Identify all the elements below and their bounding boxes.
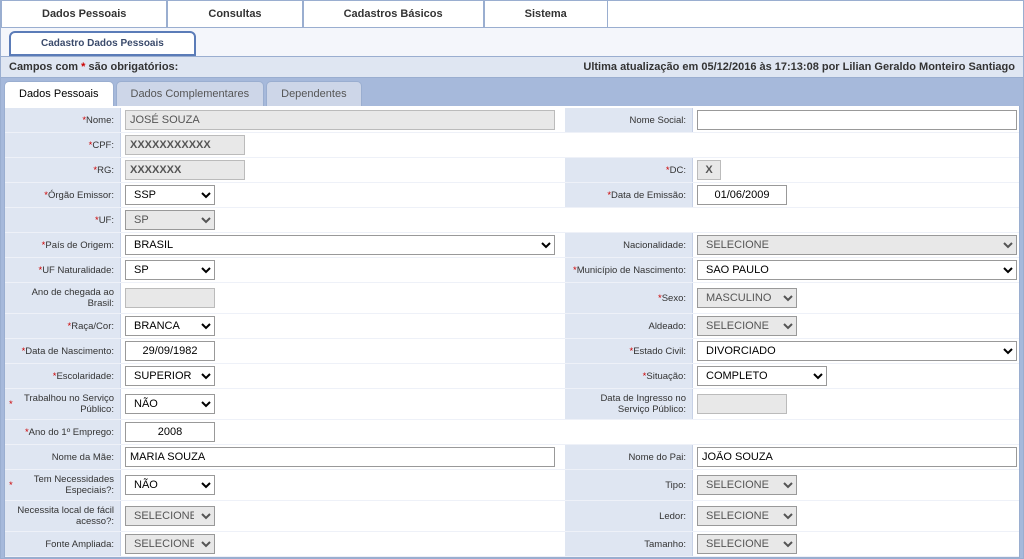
label-nome: *Nome:: [5, 108, 121, 132]
label-rg: *RG:: [5, 158, 121, 182]
select-escolaridade[interactable]: SUPERIOR: [125, 366, 215, 386]
label-pais-origem: *País de Origem:: [5, 233, 121, 257]
select-nacionalidade[interactable]: SELECIONE: [697, 235, 1017, 255]
label-ano-chegada: Ano de chegada ao Brasil:: [5, 283, 121, 313]
input-data-emissao[interactable]: [697, 185, 787, 205]
label-uf-naturalidade: *UF Naturalidade:: [5, 258, 121, 282]
label-nome-mae: Nome da Mãe:: [5, 445, 121, 469]
label-uf: *UF:: [5, 208, 121, 232]
tab-dependentes[interactable]: Dependentes: [266, 81, 361, 106]
label-sexo: *Sexo:: [565, 283, 693, 313]
input-ano-1-emprego[interactable]: [125, 422, 215, 442]
label-raca-cor: *Raça/Cor:: [5, 314, 121, 338]
label-data-emissao: *Data de Emissão:: [565, 183, 693, 207]
label-ano-1-emprego: *Ano do 1º Emprego:: [5, 420, 121, 444]
input-nome-mae[interactable]: [125, 447, 555, 467]
label-aldeado: Aldeado:: [565, 314, 693, 338]
label-situacao: *Situação:: [565, 364, 693, 388]
topnav-dados-pessoais[interactable]: Dados Pessoais: [1, 1, 167, 27]
label-nome-pai: Nome do Pai:: [565, 445, 693, 469]
tab-dados-pessoais[interactable]: Dados Pessoais: [4, 81, 114, 106]
select-orgao-emissor[interactable]: SSP: [125, 185, 215, 205]
select-tem-necessidades[interactable]: NÃO: [125, 475, 215, 495]
label-ledor: Ledor:: [565, 501, 693, 531]
select-pais-origem[interactable]: BRASIL: [125, 235, 555, 255]
select-situacao[interactable]: COMPLETO: [697, 366, 827, 386]
select-tamanho[interactable]: SELECIONE: [697, 534, 797, 554]
select-ledor[interactable]: SELECIONE: [697, 506, 797, 526]
inner-tabs: Dados Pessoais Dados Complementares Depe…: [4, 81, 1020, 106]
label-tem-necessidades: *Tem Necessidades Especiais?:: [5, 470, 121, 500]
label-data-ingresso: Data de Ingresso no Serviço Público:: [565, 389, 693, 419]
label-tamanho: Tamanho:: [565, 532, 693, 556]
select-aldeado[interactable]: SELECIONE: [697, 316, 797, 336]
label-dc: *DC:: [565, 158, 693, 182]
input-data-nascimento[interactable]: [125, 341, 215, 361]
select-trabalhou-sp[interactable]: NÃO: [125, 394, 215, 414]
input-nome-social[interactable]: [697, 110, 1017, 130]
last-update: Ultima atualização em 05/12/2016 às 17:1…: [583, 61, 1015, 73]
label-fonte-ampliada: Fonte Ampliada:: [5, 532, 121, 556]
select-estado-civil[interactable]: DIVORCIADO: [697, 341, 1017, 361]
label-municipio-nascimento: *Município de Nascimento:: [565, 258, 693, 282]
select-raca-cor[interactable]: BRANCA: [125, 316, 215, 336]
subtab-cadastro-dados-pessoais[interactable]: Cadastro Dados Pessoais: [9, 31, 196, 56]
label-orgao-emissor: *Órgão Emissor:: [5, 183, 121, 207]
select-uf-naturalidade[interactable]: SP: [125, 260, 215, 280]
topnav-sistema[interactable]: Sistema: [484, 1, 608, 27]
tab-dados-complementares[interactable]: Dados Complementares: [116, 81, 265, 106]
select-tipo[interactable]: SELECIONE: [697, 475, 797, 495]
select-necessita-local[interactable]: SELECIONE: [125, 506, 215, 526]
select-uf[interactable]: SP: [125, 210, 215, 230]
label-tipo: Tipo:: [565, 470, 693, 500]
form-area: *Nome: JOSÉ SOUZA Nome Social: *CPF: XXX…: [4, 106, 1020, 558]
field-data-ingresso: [697, 394, 787, 414]
field-cpf: XXXXXXXXXXX: [125, 135, 245, 155]
field-nome: JOSÉ SOUZA: [125, 110, 555, 130]
label-data-nascimento: *Data de Nascimento:: [5, 339, 121, 363]
subtab-bar: Cadastro Dados Pessoais: [1, 28, 1023, 57]
field-ano-chegada: [125, 288, 215, 308]
topnav-consultas[interactable]: Consultas: [167, 1, 302, 27]
required-notice: Campos com * são obrigatórios:: [9, 61, 178, 73]
label-nacionalidade: Nacionalidade:: [565, 233, 693, 257]
label-necessita-local: Necessita local de fácil acesso?:: [5, 501, 121, 531]
field-dc: X: [697, 160, 721, 180]
info-bar: Campos com * são obrigatórios: Ultima at…: [1, 57, 1023, 78]
label-cpf: *CPF:: [5, 133, 121, 157]
label-trabalhou-sp: *Trabalhou no Serviço Público:: [5, 389, 121, 419]
select-municipio-nascimento[interactable]: SAO PAULO: [697, 260, 1017, 280]
select-fonte-ampliada[interactable]: SELECIONE: [125, 534, 215, 554]
label-nome-social: Nome Social:: [565, 108, 693, 132]
field-rg: XXXXXXX: [125, 160, 245, 180]
label-escolaridade: *Escolaridade:: [5, 364, 121, 388]
top-nav: Dados Pessoais Consultas Cadastros Básic…: [1, 1, 1023, 28]
label-estado-civil: *Estado Civil:: [565, 339, 693, 363]
input-nome-pai[interactable]: [697, 447, 1017, 467]
select-sexo[interactable]: MASCULINO: [697, 288, 797, 308]
topnav-cadastros-basicos[interactable]: Cadastros Básicos: [303, 1, 484, 27]
